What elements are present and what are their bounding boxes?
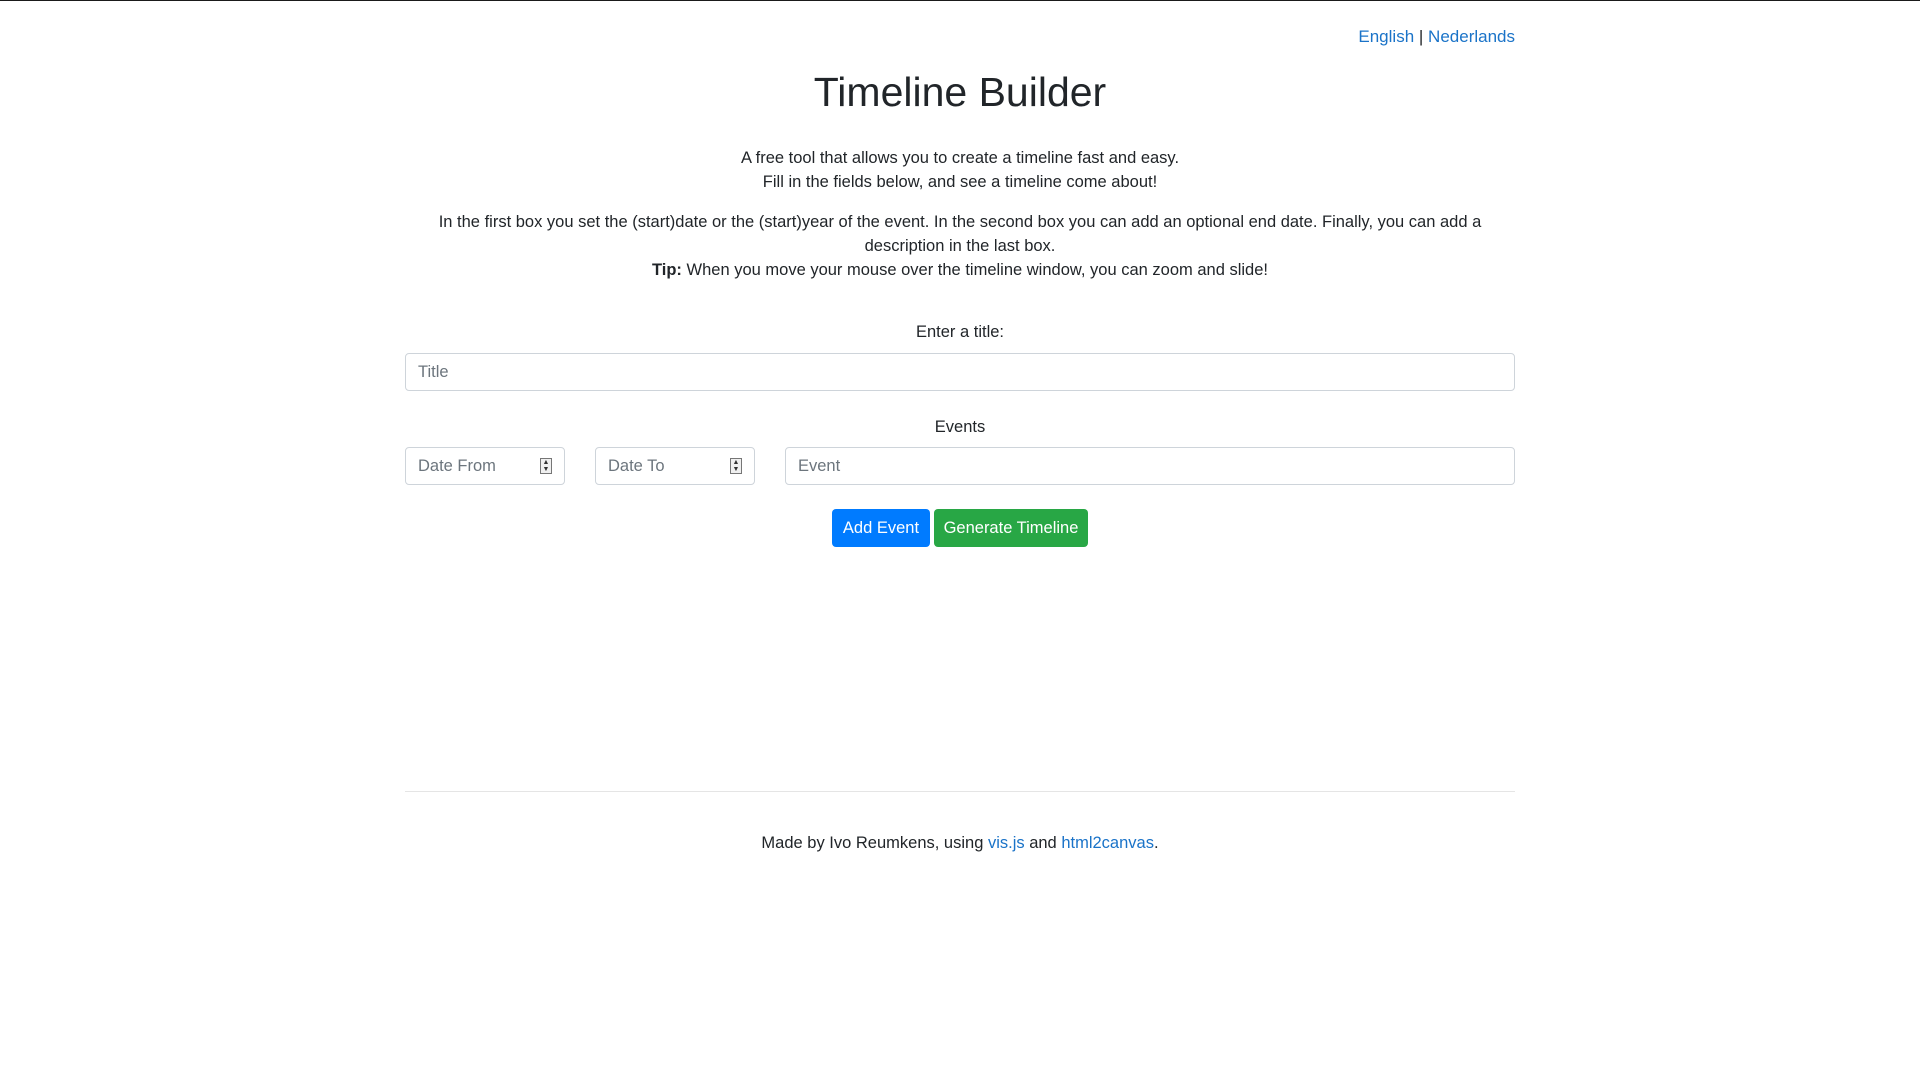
tip-text: When you move your mouse over the timeli… — [681, 261, 1268, 279]
language-link-dutch[interactable]: Nederlands — [1428, 27, 1515, 46]
language-switcher: English | Nederlands — [1358, 27, 1515, 47]
events-label: Events — [934, 418, 986, 436]
date-to-input[interactable]: Date To ▲ ▼ — [595, 447, 755, 485]
footer-suffix: . — [1153, 834, 1159, 852]
title-input-placeholder: Title — [418, 363, 449, 381]
date-from-placeholder: Date From — [418, 457, 496, 475]
footer-prefix: Made by Ivo Reumkens, using — [761, 834, 988, 852]
event-input[interactable]: Event — [785, 447, 1515, 485]
date-from-input[interactable]: Date From ▲ ▼ — [405, 447, 565, 485]
add-event-button[interactable]: Add Event — [832, 509, 930, 547]
date-to-spinner[interactable]: ▲ ▼ — [730, 458, 742, 474]
event-input-placeholder: Event — [798, 457, 841, 475]
footer: Made by Ivo Reumkens, using vis.js and h… — [405, 834, 1515, 853]
spinner-up-icon[interactable]: ▲ — [731, 459, 741, 466]
language-separator: | — [1418, 27, 1424, 46]
tip-label: Tip: — [651, 261, 682, 279]
visjs-link[interactable]: vis.js — [988, 834, 1025, 852]
title-input[interactable]: Title — [405, 353, 1515, 391]
instructions-paragraph: In the first box you set the (start)date… — [438, 213, 1482, 255]
date-to-placeholder: Date To — [608, 457, 665, 475]
intro-line-1: A free tool that allows you to create a … — [740, 149, 1180, 167]
generate-timeline-button[interactable]: Generate Timeline — [934, 509, 1088, 547]
date-from-spinner[interactable]: ▲ ▼ — [540, 458, 552, 474]
intro-line-2: Fill in the fields below, and see a time… — [762, 173, 1158, 191]
tip-line: Tip: When you move your mouse over the t… — [405, 258, 1515, 282]
page-title: Timeline Builder — [813, 69, 1107, 115]
footer-divider — [405, 791, 1515, 792]
html2canvas-link[interactable]: html2canvas — [1061, 834, 1154, 852]
spinner-down-icon[interactable]: ▼ — [731, 466, 741, 473]
top-border — [0, 0, 1920, 1]
spinner-up-icon[interactable]: ▲ — [541, 459, 551, 466]
language-link-english[interactable]: English — [1358, 27, 1414, 46]
spinner-down-icon[interactable]: ▼ — [541, 466, 551, 473]
instructions-text: In the first box you set the (start)date… — [405, 210, 1515, 282]
intro-text: A free tool that allows you to create a … — [405, 146, 1515, 194]
title-label: Enter a title: — [915, 323, 1005, 341]
footer-middle: and — [1024, 834, 1062, 852]
